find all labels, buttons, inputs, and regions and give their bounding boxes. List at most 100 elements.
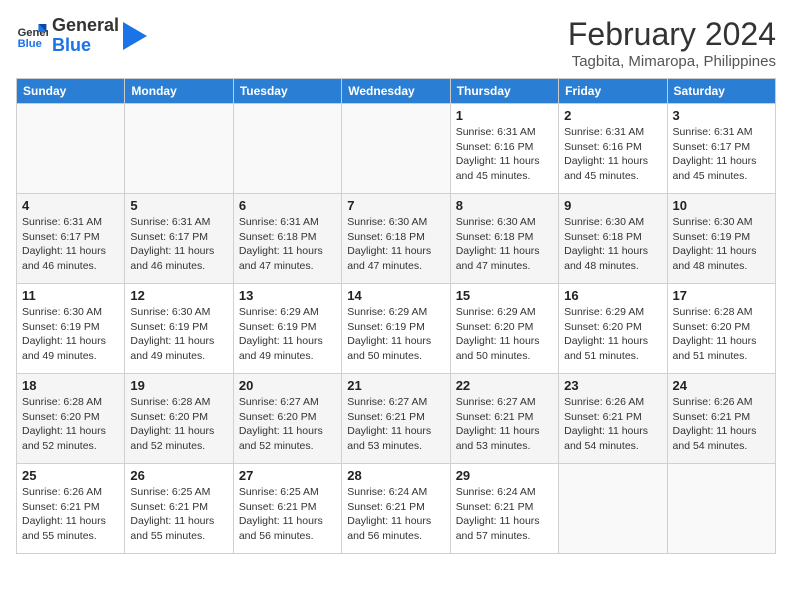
sunrise-info: Sunrise: 6:31 AMSunset: 6:16 PMDaylight:… xyxy=(456,126,540,182)
sunrise-info: Sunrise: 6:30 AMSunset: 6:19 PMDaylight:… xyxy=(673,216,757,272)
calendar-week-row: 11 Sunrise: 6:30 AMSunset: 6:19 PMDaylig… xyxy=(17,284,776,374)
day-number: 11 xyxy=(22,288,119,303)
sunrise-info: Sunrise: 6:25 AMSunset: 6:21 PMDaylight:… xyxy=(130,486,214,542)
day-number: 12 xyxy=(130,288,227,303)
calendar-cell: 7 Sunrise: 6:30 AMSunset: 6:18 PMDayligh… xyxy=(342,194,450,284)
calendar-cell: 29 Sunrise: 6:24 AMSunset: 6:21 PMDaylig… xyxy=(450,464,558,554)
day-number: 15 xyxy=(456,288,553,303)
sunrise-info: Sunrise: 6:31 AMSunset: 6:17 PMDaylight:… xyxy=(22,216,106,272)
day-number: 25 xyxy=(22,468,119,483)
day-number: 16 xyxy=(564,288,661,303)
sunrise-info: Sunrise: 6:27 AMSunset: 6:21 PMDaylight:… xyxy=(456,396,540,452)
sunrise-info: Sunrise: 6:29 AMSunset: 6:19 PMDaylight:… xyxy=(347,306,431,362)
calendar-cell: 20 Sunrise: 6:27 AMSunset: 6:20 PMDaylig… xyxy=(233,374,341,464)
calendar-week-row: 25 Sunrise: 6:26 AMSunset: 6:21 PMDaylig… xyxy=(17,464,776,554)
calendar-cell xyxy=(559,464,667,554)
weekday-header-monday: Monday xyxy=(125,79,233,104)
calendar-cell: 28 Sunrise: 6:24 AMSunset: 6:21 PMDaylig… xyxy=(342,464,450,554)
sunrise-info: Sunrise: 6:30 AMSunset: 6:19 PMDaylight:… xyxy=(22,306,106,362)
day-number: 27 xyxy=(239,468,336,483)
calendar-cell: 18 Sunrise: 6:28 AMSunset: 6:20 PMDaylig… xyxy=(17,374,125,464)
calendar-week-row: 4 Sunrise: 6:31 AMSunset: 6:17 PMDayligh… xyxy=(17,194,776,284)
sunrise-info: Sunrise: 6:27 AMSunset: 6:20 PMDaylight:… xyxy=(239,396,323,452)
calendar-cell: 23 Sunrise: 6:26 AMSunset: 6:21 PMDaylig… xyxy=(559,374,667,464)
sunrise-info: Sunrise: 6:30 AMSunset: 6:18 PMDaylight:… xyxy=(347,216,431,272)
day-number: 13 xyxy=(239,288,336,303)
day-number: 14 xyxy=(347,288,444,303)
calendar-table: SundayMondayTuesdayWednesdayThursdayFrid… xyxy=(16,78,776,554)
day-number: 29 xyxy=(456,468,553,483)
day-number: 9 xyxy=(564,198,661,213)
sunrise-info: Sunrise: 6:29 AMSunset: 6:20 PMDaylight:… xyxy=(564,306,648,362)
weekday-header-sunday: Sunday xyxy=(17,79,125,104)
calendar-cell: 8 Sunrise: 6:30 AMSunset: 6:18 PMDayligh… xyxy=(450,194,558,284)
weekday-header-tuesday: Tuesday xyxy=(233,79,341,104)
calendar-cell: 6 Sunrise: 6:31 AMSunset: 6:18 PMDayligh… xyxy=(233,194,341,284)
sunrise-info: Sunrise: 6:26 AMSunset: 6:21 PMDaylight:… xyxy=(22,486,106,542)
sunrise-info: Sunrise: 6:31 AMSunset: 6:17 PMDaylight:… xyxy=(130,216,214,272)
calendar-cell: 2 Sunrise: 6:31 AMSunset: 6:16 PMDayligh… xyxy=(559,104,667,194)
day-number: 24 xyxy=(673,378,770,393)
calendar-week-row: 1 Sunrise: 6:31 AMSunset: 6:16 PMDayligh… xyxy=(17,104,776,194)
day-number: 26 xyxy=(130,468,227,483)
svg-text:Blue: Blue xyxy=(18,38,42,50)
sunrise-info: Sunrise: 6:30 AMSunset: 6:18 PMDaylight:… xyxy=(456,216,540,272)
day-number: 6 xyxy=(239,198,336,213)
calendar-cell: 11 Sunrise: 6:30 AMSunset: 6:19 PMDaylig… xyxy=(17,284,125,374)
day-number: 10 xyxy=(673,198,770,213)
calendar-cell: 10 Sunrise: 6:30 AMSunset: 6:19 PMDaylig… xyxy=(667,194,775,284)
sunrise-info: Sunrise: 6:28 AMSunset: 6:20 PMDaylight:… xyxy=(22,396,106,452)
sunrise-info: Sunrise: 6:26 AMSunset: 6:21 PMDaylight:… xyxy=(564,396,648,452)
sunrise-info: Sunrise: 6:30 AMSunset: 6:18 PMDaylight:… xyxy=(564,216,648,272)
sunrise-info: Sunrise: 6:29 AMSunset: 6:20 PMDaylight:… xyxy=(456,306,540,362)
calendar-cell xyxy=(342,104,450,194)
day-number: 1 xyxy=(456,108,553,123)
calendar-week-row: 18 Sunrise: 6:28 AMSunset: 6:20 PMDaylig… xyxy=(17,374,776,464)
sunrise-info: Sunrise: 6:31 AMSunset: 6:18 PMDaylight:… xyxy=(239,216,323,272)
calendar-cell: 14 Sunrise: 6:29 AMSunset: 6:19 PMDaylig… xyxy=(342,284,450,374)
day-number: 21 xyxy=(347,378,444,393)
calendar-cell: 15 Sunrise: 6:29 AMSunset: 6:20 PMDaylig… xyxy=(450,284,558,374)
weekday-header-row: SundayMondayTuesdayWednesdayThursdayFrid… xyxy=(17,79,776,104)
sunrise-info: Sunrise: 6:27 AMSunset: 6:21 PMDaylight:… xyxy=(347,396,431,452)
weekday-header-friday: Friday xyxy=(559,79,667,104)
calendar-month-year: February 2024 xyxy=(568,16,776,53)
sunrise-info: Sunrise: 6:29 AMSunset: 6:19 PMDaylight:… xyxy=(239,306,323,362)
sunrise-info: Sunrise: 6:31 AMSunset: 6:16 PMDaylight:… xyxy=(564,126,648,182)
sunrise-info: Sunrise: 6:28 AMSunset: 6:20 PMDaylight:… xyxy=(130,396,214,452)
day-number: 17 xyxy=(673,288,770,303)
calendar-cell xyxy=(17,104,125,194)
calendar-cell: 26 Sunrise: 6:25 AMSunset: 6:21 PMDaylig… xyxy=(125,464,233,554)
sunrise-info: Sunrise: 6:25 AMSunset: 6:21 PMDaylight:… xyxy=(239,486,323,542)
sunrise-info: Sunrise: 6:26 AMSunset: 6:21 PMDaylight:… xyxy=(673,396,757,452)
calendar-cell: 12 Sunrise: 6:30 AMSunset: 6:19 PMDaylig… xyxy=(125,284,233,374)
calendar-cell: 16 Sunrise: 6:29 AMSunset: 6:20 PMDaylig… xyxy=(559,284,667,374)
logo-arrow-icon xyxy=(123,22,147,50)
day-number: 19 xyxy=(130,378,227,393)
sunrise-info: Sunrise: 6:31 AMSunset: 6:17 PMDaylight:… xyxy=(673,126,757,182)
sunrise-info: Sunrise: 6:28 AMSunset: 6:20 PMDaylight:… xyxy=(673,306,757,362)
logo: General Blue General Blue xyxy=(16,16,147,56)
day-number: 22 xyxy=(456,378,553,393)
calendar-cell: 1 Sunrise: 6:31 AMSunset: 6:16 PMDayligh… xyxy=(450,104,558,194)
calendar-location: Tagbita, Mimaropa, Philippines xyxy=(568,53,776,70)
calendar-cell: 13 Sunrise: 6:29 AMSunset: 6:19 PMDaylig… xyxy=(233,284,341,374)
calendar-cell: 19 Sunrise: 6:28 AMSunset: 6:20 PMDaylig… xyxy=(125,374,233,464)
day-number: 8 xyxy=(456,198,553,213)
calendar-cell: 27 Sunrise: 6:25 AMSunset: 6:21 PMDaylig… xyxy=(233,464,341,554)
logo-text-blue: Blue xyxy=(52,36,119,56)
calendar-cell: 5 Sunrise: 6:31 AMSunset: 6:17 PMDayligh… xyxy=(125,194,233,284)
sunrise-info: Sunrise: 6:24 AMSunset: 6:21 PMDaylight:… xyxy=(456,486,540,542)
weekday-header-thursday: Thursday xyxy=(450,79,558,104)
calendar-cell: 17 Sunrise: 6:28 AMSunset: 6:20 PMDaylig… xyxy=(667,284,775,374)
sunrise-info: Sunrise: 6:24 AMSunset: 6:21 PMDaylight:… xyxy=(347,486,431,542)
logo-icon: General Blue xyxy=(16,20,48,52)
day-number: 2 xyxy=(564,108,661,123)
calendar-cell xyxy=(233,104,341,194)
calendar-title-area: February 2024 Tagbita, Mimaropa, Philipp… xyxy=(568,16,776,70)
day-number: 28 xyxy=(347,468,444,483)
calendar-cell: 24 Sunrise: 6:26 AMSunset: 6:21 PMDaylig… xyxy=(667,374,775,464)
day-number: 20 xyxy=(239,378,336,393)
day-number: 23 xyxy=(564,378,661,393)
weekday-header-saturday: Saturday xyxy=(667,79,775,104)
